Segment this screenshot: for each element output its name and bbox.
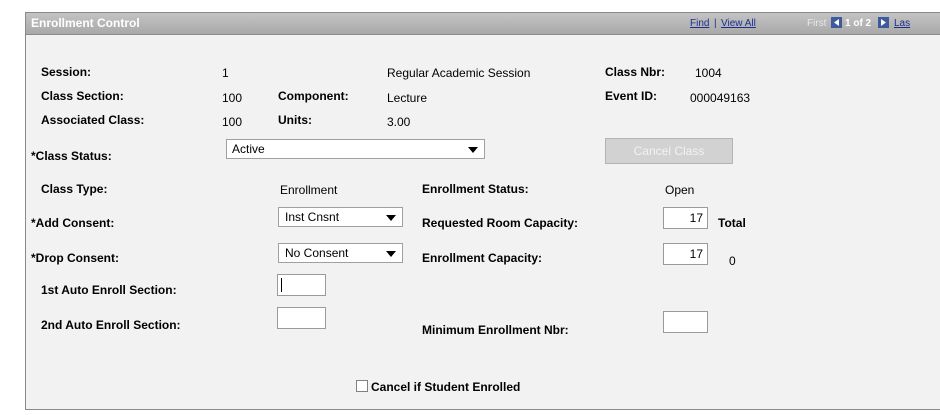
add-consent-selected: Inst Cnsnt	[285, 210, 340, 224]
associated-class-label: Associated Class:	[41, 113, 145, 127]
cancel-if-enrolled-checkbox[interactable]	[356, 380, 368, 392]
drop-consent-select[interactable]: No Consent	[278, 243, 403, 263]
cancel-class-button[interactable]: Cancel Class	[605, 138, 733, 164]
class-section-value: 100	[222, 91, 243, 105]
class-nbr-value: 1004	[695, 66, 722, 80]
auto-enroll-2-label: 2nd Auto Enroll Section:	[41, 318, 181, 332]
event-id-label: Event ID:	[605, 89, 658, 103]
dropdown-arrow-icon	[468, 147, 478, 153]
requested-room-capacity-label: Requested Room Capacity:	[422, 216, 579, 230]
text-cursor	[281, 278, 282, 292]
event-id-value: 000049163	[690, 91, 751, 105]
enrollment-capacity-value: 17	[689, 247, 703, 261]
enrollment-total-value: 0	[729, 254, 736, 268]
class-status-label: *Class Status:	[31, 149, 112, 163]
component-value: Lecture	[387, 91, 428, 105]
find-link[interactable]: Find	[690, 18, 709, 29]
panel-header	[25, 12, 940, 35]
auto-enroll-2-input[interactable]	[277, 307, 326, 329]
min-enrollment-label: Minimum Enrollment Nbr:	[422, 323, 569, 337]
class-status-select[interactable]: Active	[226, 139, 485, 159]
add-consent-select[interactable]: Inst Cnsnt	[278, 207, 403, 227]
component-label: Component:	[278, 89, 349, 103]
units-value: 3.00	[387, 115, 411, 129]
class-type-value: Enrollment	[280, 183, 338, 197]
auto-enroll-1-input[interactable]	[277, 274, 326, 296]
session-value: 1	[222, 66, 229, 80]
enrollment-status-value: Open	[665, 183, 695, 197]
enrollment-capacity-input[interactable]: 17	[663, 243, 708, 265]
requested-room-capacity-input[interactable]: 17	[663, 207, 708, 229]
class-status-selected: Active	[232, 142, 265, 156]
dropdown-arrow-icon	[386, 251, 396, 257]
min-enrollment-input[interactable]	[663, 311, 708, 333]
link-separator: |	[714, 18, 717, 29]
units-label: Units:	[278, 113, 312, 127]
class-type-label: Class Type:	[41, 182, 108, 196]
session-label: Session:	[41, 65, 92, 79]
dropdown-arrow-icon	[386, 215, 396, 221]
view-all-link[interactable]: View All	[721, 18, 756, 29]
last-link[interactable]: Las	[894, 18, 910, 29]
class-section-label: Class Section:	[41, 89, 124, 103]
page-indicator: 1 of 2	[845, 18, 872, 29]
first-link[interactable]: First	[807, 18, 826, 29]
next-icon[interactable]	[878, 17, 889, 28]
cancel-if-enrolled-label[interactable]: Cancel if Student Enrolled	[371, 380, 520, 394]
associated-class-value: 100	[222, 115, 243, 129]
drop-consent-label: *Drop Consent:	[31, 251, 119, 265]
class-nbr-label: Class Nbr:	[605, 65, 666, 79]
panel-title: Enrollment Control	[31, 16, 140, 30]
auto-enroll-1-label: 1st Auto Enroll Section:	[41, 283, 177, 297]
session-description: Regular Academic Session	[387, 66, 531, 80]
add-consent-label: *Add Consent:	[31, 216, 115, 230]
previous-icon[interactable]	[831, 17, 842, 28]
enrollment-capacity-label: Enrollment Capacity:	[422, 251, 543, 265]
drop-consent-selected: No Consent	[285, 246, 349, 260]
total-label: Total	[718, 216, 746, 230]
requested-room-capacity-value: 17	[689, 211, 703, 225]
enrollment-status-label: Enrollment Status:	[422, 182, 529, 196]
